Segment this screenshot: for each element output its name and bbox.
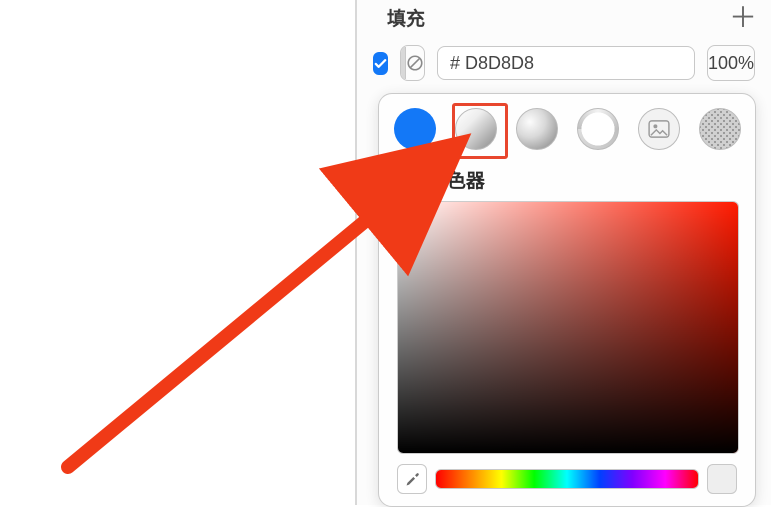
opacity-input[interactable]: 100%	[707, 45, 755, 81]
color-picker-header[interactable]: ▼ 拾 色器	[397, 166, 737, 193]
disclosure-triangle-icon: ▼	[397, 169, 416, 191]
annotation-highlight-box	[452, 103, 508, 159]
fill-type-row	[379, 94, 755, 162]
eyedropper-button[interactable]	[397, 464, 427, 494]
hex-input[interactable]	[437, 46, 695, 80]
fill-type-image[interactable]	[638, 108, 680, 150]
fill-section-title: 填充	[387, 9, 425, 30]
fill-type-angular[interactable]	[577, 108, 619, 150]
canvas-area[interactable]	[0, 0, 355, 505]
color-swatch-button[interactable]	[400, 45, 425, 81]
fill-section-header: 填充 ＋	[357, 0, 771, 37]
hue-slider[interactable]	[435, 469, 699, 489]
lightness-gradient	[398, 202, 738, 453]
fill-type-solid[interactable]	[394, 108, 436, 150]
picker-bottom-row	[397, 464, 737, 494]
eyedropper-icon	[404, 471, 421, 488]
no-fill-icon	[406, 54, 424, 72]
color-picker-section: ▼ 拾 色器	[379, 166, 755, 494]
color-popover: ▼ 拾 色器	[378, 93, 756, 507]
fill-enabled-checkbox[interactable]	[373, 52, 388, 75]
fill-type-noise[interactable]	[699, 108, 741, 150]
current-color-preview	[707, 464, 737, 494]
image-icon	[648, 120, 670, 138]
saturation-lightness-picker[interactable]	[397, 201, 739, 454]
add-fill-button[interactable]: ＋	[729, 4, 757, 32]
fill-row: 100%	[357, 37, 771, 89]
color-type-indicator	[405, 47, 424, 79]
checkmark-icon	[373, 56, 388, 71]
fill-type-radial[interactable]	[516, 108, 558, 150]
picker-header-label: 色器	[447, 166, 485, 193]
